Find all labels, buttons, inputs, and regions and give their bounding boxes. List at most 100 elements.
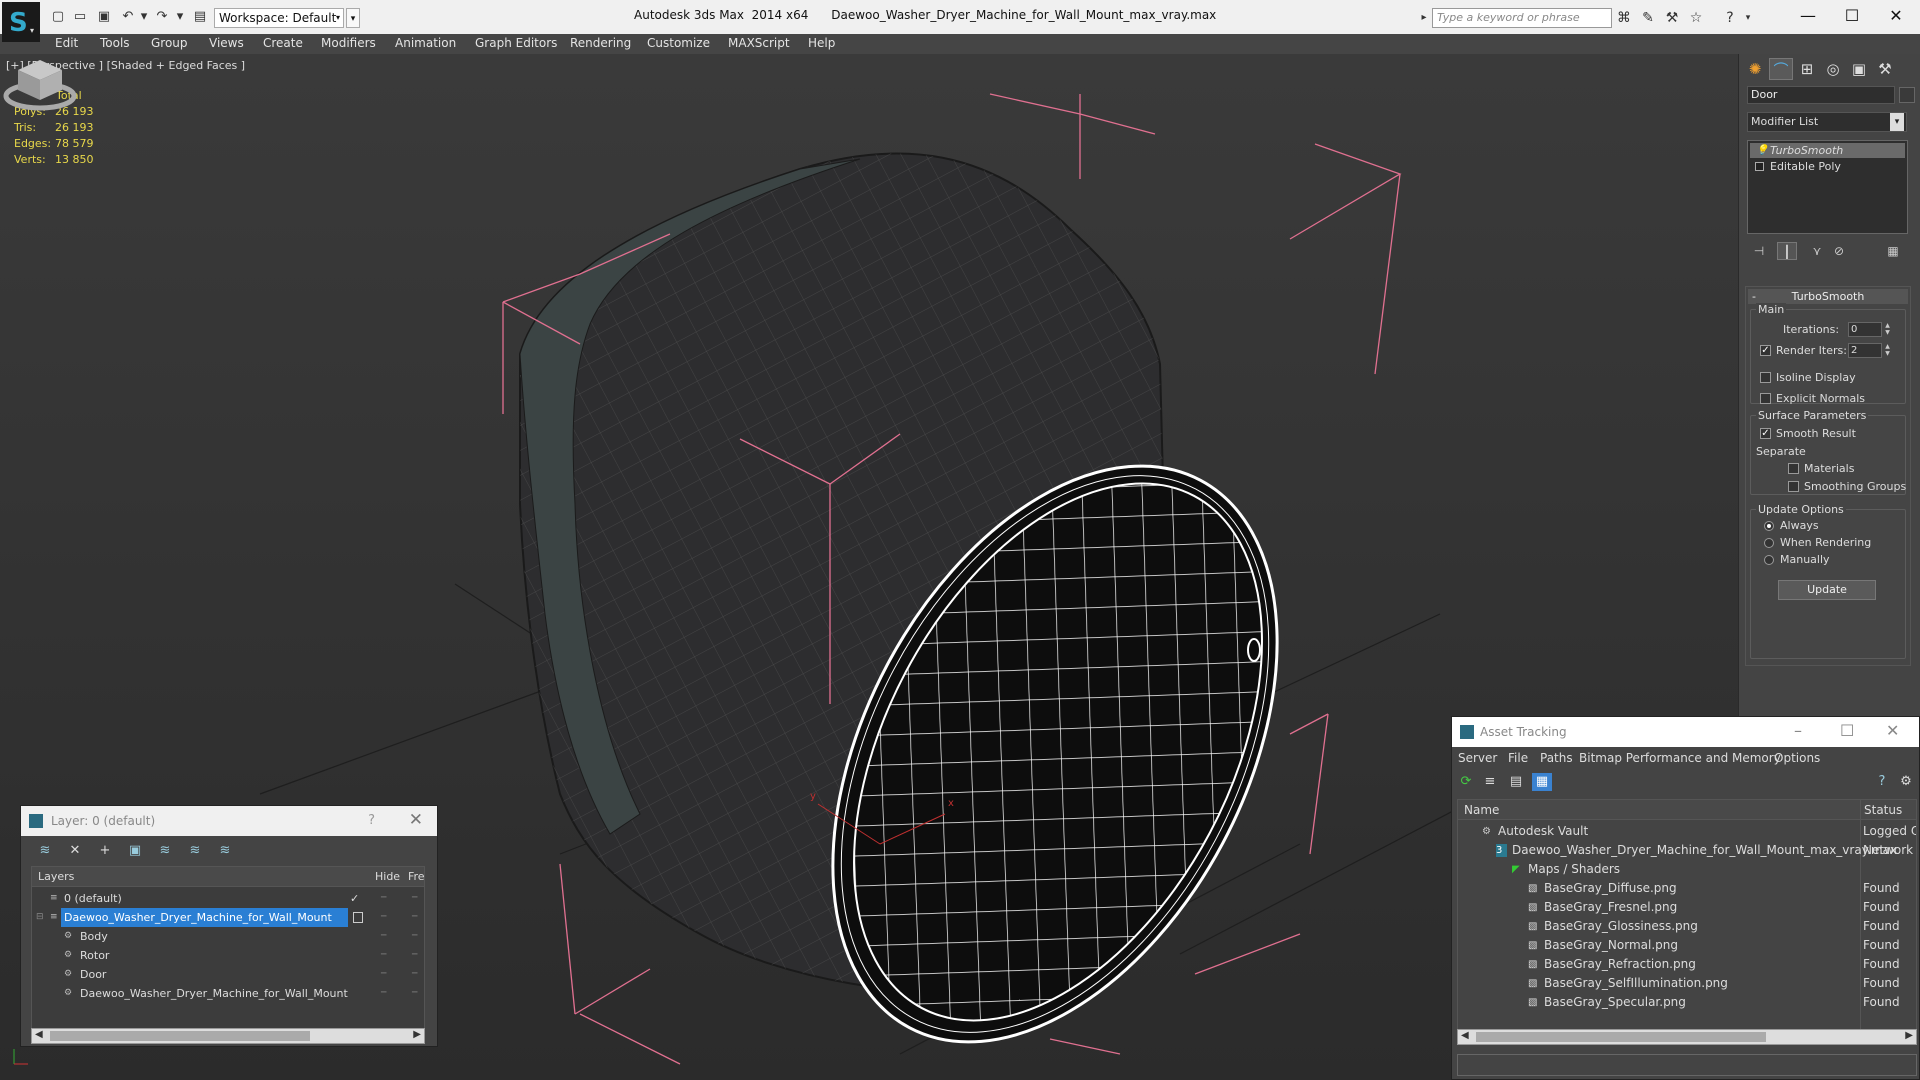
- scroll-right-icon[interactable]: ▶: [1905, 1030, 1913, 1041]
- freeze-toggle[interactable]: ─: [412, 889, 417, 908]
- asset-row[interactable]: ▧ BaseGray_Normal.png Found: [1458, 936, 1916, 955]
- maximize-icon[interactable]: ☐: [1840, 721, 1854, 740]
- hide-toggle[interactable]: ─: [381, 908, 386, 927]
- close-icon[interactable]: ✕: [409, 810, 423, 830]
- hide-toggle[interactable]: ─: [381, 965, 386, 984]
- hide-toggle[interactable]: ─: [381, 984, 386, 1003]
- asset-row[interactable]: ▧ BaseGray_Fresnel.png Found: [1458, 898, 1916, 917]
- rollout-header[interactable]: - TurboSmooth: [1748, 289, 1908, 304]
- configure-modifier-sets-icon[interactable]: ▦: [1883, 242, 1903, 260]
- scrollbar-thumb[interactable]: [1476, 1032, 1766, 1042]
- menu-views[interactable]: Views: [209, 36, 244, 50]
- freeze-toggle[interactable]: ─: [412, 908, 417, 927]
- subscription-icon[interactable]: ✎: [1640, 10, 1656, 26]
- spinner-arrows-icon[interactable]: ▲ ▼: [1883, 322, 1892, 337]
- undo-dropdown-icon[interactable]: ▾: [136, 9, 152, 25]
- app-logo-button[interactable]: S ▾: [2, 2, 40, 42]
- asset-tracking-titlebar[interactable]: Asset Tracking – ☐ ✕: [1452, 717, 1919, 747]
- grid-view-icon[interactable]: ▦: [1532, 773, 1552, 791]
- save-icon[interactable]: ▣: [96, 9, 112, 25]
- smooth-result-checkbox[interactable]: ✓: [1760, 428, 1771, 439]
- render-iters-spinner[interactable]: 2: [1848, 343, 1882, 358]
- settings-icon[interactable]: ⚙: [1896, 773, 1916, 791]
- help-icon[interactable]: ?: [368, 813, 375, 828]
- remove-modifier-icon[interactable]: ⊘: [1829, 242, 1849, 260]
- expand-arrow-icon[interactable]: ▸: [1416, 10, 1432, 26]
- render-iters-checkbox[interactable]: ✓: [1760, 345, 1771, 356]
- asset-row[interactable]: 3 Daewoo_Washer_Dryer_Machine_for_Wall_M…: [1458, 841, 1916, 860]
- binoculars-icon[interactable]: ⌘: [1616, 10, 1632, 26]
- freeze-toggle[interactable]: ─: [412, 946, 417, 965]
- layer-row[interactable]: ⚙ Rotor ─ ─: [32, 946, 424, 965]
- status-column-header[interactable]: Status: [1864, 800, 1902, 820]
- freeze-all-icon[interactable]: ≋: [215, 842, 235, 860]
- horizontal-scrollbar[interactable]: ◀ ▶: [1457, 1029, 1917, 1045]
- create-tab-icon[interactable]: ✺: [1743, 58, 1767, 80]
- utilities-tab-icon[interactable]: ⚒: [1873, 58, 1897, 80]
- hierarchy-tab-icon[interactable]: ⊞: [1795, 58, 1819, 80]
- list-view-icon[interactable]: ≡: [1480, 773, 1500, 791]
- motion-tab-icon[interactable]: ◎: [1821, 58, 1845, 80]
- menu-maxscript[interactable]: MAXScript: [728, 36, 790, 50]
- always-radio[interactable]: [1764, 521, 1774, 531]
- lightbulb-icon[interactable]: 💡: [1756, 143, 1768, 158]
- menu-file[interactable]: File: [1508, 751, 1528, 765]
- viewcube-icon[interactable]: [0, 54, 80, 114]
- modifier-list-dropdown[interactable]: Modifier List ▾: [1747, 112, 1907, 132]
- undo-icon[interactable]: ↶: [120, 9, 136, 25]
- smoothing-groups-checkbox[interactable]: [1788, 481, 1799, 492]
- favorites-star-icon[interactable]: ☆: [1688, 10, 1704, 26]
- layer-row[interactable]: ≡ 0 (default) ✓ ─ ─: [32, 889, 424, 908]
- asset-row[interactable]: ▧ BaseGray_Diffuse.png Found: [1458, 879, 1916, 898]
- freeze-column-header[interactable]: Fre: [408, 867, 425, 887]
- highlight-layer-icon[interactable]: ≋: [155, 842, 175, 860]
- object-name-field[interactable]: Door: [1747, 86, 1895, 104]
- help-dropdown-icon[interactable]: ▾: [1740, 10, 1756, 26]
- freeze-toggle[interactable]: ─: [412, 965, 417, 984]
- redo-dropdown-icon[interactable]: ▾: [172, 9, 188, 25]
- menu-group[interactable]: Group: [151, 36, 188, 50]
- spinner-arrows-icon[interactable]: ▲ ▼: [1883, 343, 1892, 358]
- table-view-icon[interactable]: ▤: [1506, 773, 1526, 791]
- help-icon[interactable]: ?: [1722, 10, 1738, 26]
- modify-tab-icon[interactable]: ⌒: [1769, 58, 1793, 80]
- hide-all-icon[interactable]: ≋: [185, 842, 205, 860]
- make-unique-icon[interactable]: ⋎: [1807, 242, 1827, 260]
- menu-edit[interactable]: Edit: [55, 36, 78, 50]
- menu-paths[interactable]: Paths: [1540, 751, 1573, 765]
- menu-customize[interactable]: Customize: [647, 36, 710, 50]
- pin-stack-icon[interactable]: ⊣: [1749, 242, 1769, 260]
- asset-row[interactable]: ▧ BaseGray_Glossiness.png Found: [1458, 917, 1916, 936]
- refresh-icon[interactable]: ⟳: [1456, 773, 1476, 791]
- expand-icon[interactable]: ⊟: [36, 912, 46, 923]
- menu-bitmap-performance[interactable]: Bitmap Performance and Memory: [1579, 751, 1781, 765]
- scroll-left-icon[interactable]: ◀: [1461, 1030, 1469, 1041]
- help-icon[interactable]: ?: [1872, 773, 1892, 791]
- stack-item-turbosmooth[interactable]: 💡 TurboSmooth: [1750, 143, 1905, 158]
- expand-box-icon[interactable]: [1755, 162, 1764, 171]
- iterations-spinner[interactable]: 0: [1848, 322, 1882, 337]
- stack-item-editable-poly[interactable]: Editable Poly: [1750, 159, 1905, 174]
- layer-dialog-titlebar[interactable]: Layer: 0 (default) ? ✕: [21, 806, 437, 836]
- asset-row[interactable]: ▧ BaseGray_Specular.png Found: [1458, 993, 1916, 1012]
- when-rendering-radio[interactable]: [1764, 538, 1774, 548]
- menu-help[interactable]: Help: [808, 36, 835, 50]
- freeze-toggle[interactable]: ─: [412, 984, 417, 1003]
- layer-row[interactable]: ⚙ Body ─ ─: [32, 927, 424, 946]
- add-to-layer-icon[interactable]: +: [95, 842, 115, 860]
- project-folder-icon[interactable]: ▤: [192, 9, 208, 25]
- communication-center-icon[interactable]: ⚒: [1664, 10, 1680, 26]
- scroll-right-icon[interactable]: ▶: [413, 1029, 421, 1040]
- close-button[interactable]: ✕: [1876, 4, 1916, 28]
- minimize-button[interactable]: —: [1788, 4, 1828, 28]
- delete-layer-icon[interactable]: ✕: [65, 842, 85, 860]
- redo-icon[interactable]: ↷: [154, 9, 170, 25]
- maximize-button[interactable]: ☐: [1832, 4, 1872, 28]
- materials-checkbox[interactable]: [1788, 463, 1799, 474]
- update-button[interactable]: Update: [1778, 580, 1876, 600]
- select-in-layer-icon[interactable]: ▣: [125, 842, 145, 860]
- layer-row[interactable]: ⚙ Daewoo_Washer_Dryer_Machine_for_Wall_M…: [32, 984, 424, 1003]
- hide-column-header[interactable]: Hide: [375, 867, 400, 887]
- new-layer-icon[interactable]: ≋: [35, 842, 55, 860]
- show-end-result-icon[interactable]: ┃: [1777, 242, 1797, 260]
